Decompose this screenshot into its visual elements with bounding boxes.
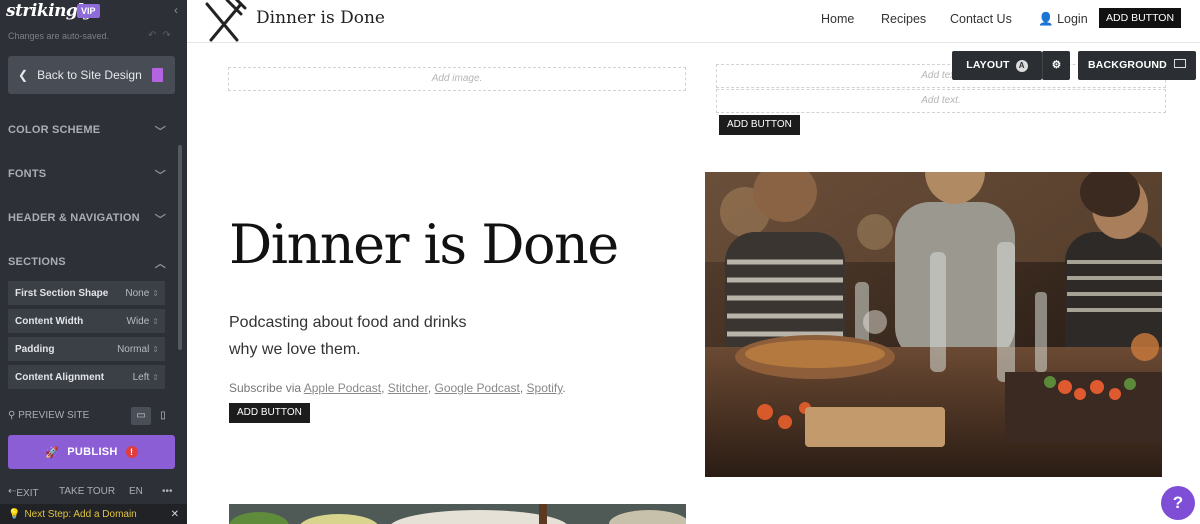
site-header: Dinner is Done Home Recipes Contact Us 👤… bbox=[187, 0, 1200, 43]
undo-redo: ↶↷ bbox=[148, 30, 177, 41]
mobile-view-icon[interactable]: ▯ bbox=[153, 407, 173, 425]
layout-button[interactable]: LAYOUT A bbox=[952, 51, 1042, 80]
option-label: Padding bbox=[15, 343, 55, 355]
fork-knife-logo-icon[interactable] bbox=[197, 0, 252, 44]
close-icon[interactable]: ✕ bbox=[171, 509, 179, 520]
section-fonts[interactable]: FONTS ﹀ bbox=[8, 168, 168, 182]
section-sections[interactable]: SECTIONS ︿ bbox=[8, 256, 168, 270]
vip-badge: VIP bbox=[77, 4, 100, 18]
background-label: BACKGROUND bbox=[1087, 59, 1167, 71]
help-button[interactable]: ? bbox=[1161, 486, 1195, 520]
chevron-down-icon: ﹀ bbox=[154, 214, 166, 226]
subscribe-text: Subscribe via Apple Podcast, Stitcher, G… bbox=[229, 381, 566, 395]
nav-contact-us[interactable]: Contact Us bbox=[950, 12, 1012, 26]
link-google-podcast[interactable]: Google Podcast bbox=[434, 381, 519, 395]
background-button[interactable]: BACKGROUND bbox=[1078, 51, 1196, 80]
chevron-up-icon: ︿ bbox=[154, 258, 166, 270]
option-label: Content Alignment bbox=[15, 371, 105, 383]
option-first-section-shape[interactable]: First Section Shape None bbox=[8, 281, 165, 307]
search-icon: ⚲ bbox=[8, 410, 16, 421]
exit-label: EXIT bbox=[16, 488, 39, 499]
option-value: Left bbox=[133, 372, 159, 383]
hero-title[interactable]: Dinner is Done bbox=[229, 213, 619, 276]
hero-photo[interactable] bbox=[705, 172, 1162, 477]
desktop-view-icon[interactable]: ▭ bbox=[131, 407, 151, 425]
rocket-icon: 🚀 bbox=[45, 446, 60, 459]
section-color-scheme[interactable]: COLOR SCHEME ﹀ bbox=[8, 124, 168, 138]
publish-label: PUBLISH bbox=[67, 446, 118, 458]
option-padding[interactable]: Padding Normal bbox=[8, 337, 165, 363]
option-value: Wide bbox=[127, 316, 160, 327]
back-to-site-design-button[interactable]: ❮ Back to Site Design bbox=[8, 56, 175, 94]
preview-site-link[interactable]: ⚲ PREVIEW SITE bbox=[8, 410, 89, 421]
option-value: Normal bbox=[117, 344, 159, 355]
next-step-banner[interactable]: 💡 Next Step: Add a Domain ✕ bbox=[0, 504, 187, 524]
redo-icon[interactable]: ↷ bbox=[162, 30, 176, 41]
section-label: COLOR SCHEME bbox=[8, 124, 101, 136]
sidebar-footer: ⇠ EXIT TAKE TOUR EN ••• bbox=[0, 484, 187, 502]
hero-description[interactable]: Podcasting about food and drinks why we … bbox=[229, 309, 467, 363]
hero-line-2: why we love them. bbox=[229, 341, 361, 358]
site-title[interactable]: Dinner is Done bbox=[256, 8, 385, 28]
section-label: FONTS bbox=[8, 168, 47, 180]
nav-recipes[interactable]: Recipes bbox=[881, 12, 926, 26]
option-label: Content Width bbox=[15, 315, 84, 327]
editor-sidebar: strikingly VIP ‹ Changes are auto-saved.… bbox=[0, 0, 187, 524]
app-root: strikingly VIP ‹ Changes are auto-saved.… bbox=[0, 0, 1200, 524]
hero-line-1: Podcasting about food and drinks bbox=[229, 314, 467, 331]
next-step-label: Next Step: Add a Domain bbox=[24, 508, 137, 520]
section-label: SECTIONS bbox=[8, 256, 66, 268]
take-tour-link[interactable]: TAKE TOUR bbox=[59, 486, 115, 497]
food-photo-image bbox=[229, 504, 686, 524]
image-icon bbox=[1174, 59, 1187, 68]
layout-label: LAYOUT bbox=[966, 59, 1010, 71]
add-text-placeholder[interactable]: Add text. bbox=[716, 89, 1166, 113]
chevron-down-icon: ﹀ bbox=[154, 126, 166, 138]
preview-label: PREVIEW SITE bbox=[18, 410, 90, 421]
publish-button[interactable]: 🚀 PUBLISH ! bbox=[8, 435, 175, 469]
option-content-alignment[interactable]: Content Alignment Left bbox=[8, 365, 165, 391]
nav-login[interactable]: 👤 Login bbox=[1038, 12, 1088, 27]
link-apple-podcast[interactable]: Apple Podcast bbox=[304, 381, 381, 395]
section-label: HEADER & NAVIGATION bbox=[8, 212, 140, 224]
more-menu-icon[interactable]: ••• bbox=[162, 486, 173, 497]
link-spotify[interactable]: Spotify bbox=[527, 381, 563, 395]
chevron-down-icon: ﹀ bbox=[154, 170, 166, 182]
chevron-left-icon: ❮ bbox=[18, 68, 29, 82]
user-icon: 👤 bbox=[1038, 12, 1054, 26]
collapse-sidebar-icon[interactable]: ‹ bbox=[174, 3, 178, 17]
sidebar-scrollbar[interactable] bbox=[178, 145, 182, 350]
option-label: First Section Shape bbox=[15, 287, 109, 299]
nav-add-button[interactable]: ADD BUTTON bbox=[1099, 8, 1182, 28]
second-section-photo[interactable] bbox=[229, 504, 686, 524]
exit-link[interactable]: ⇠ EXIT bbox=[8, 486, 39, 499]
link-stitcher[interactable]: Stitcher bbox=[388, 381, 428, 395]
add-image-placeholder[interactable]: Add image. bbox=[228, 67, 686, 91]
add-button[interactable]: ADD BUTTON bbox=[719, 115, 800, 135]
gear-icon[interactable]: ⚙ bbox=[1042, 51, 1070, 80]
option-content-width[interactable]: Content Width Wide bbox=[8, 309, 165, 335]
undo-icon[interactable]: ↶ bbox=[148, 30, 162, 41]
lightbulb-icon: 💡 bbox=[8, 508, 21, 520]
subscribe-prefix: Subscribe via bbox=[229, 381, 304, 395]
dinner-photo-image bbox=[705, 172, 1162, 477]
language-selector[interactable]: EN bbox=[129, 486, 143, 497]
page-icon bbox=[152, 68, 163, 82]
back-button-label: Back to Site Design bbox=[37, 68, 142, 82]
nav-home[interactable]: Home bbox=[821, 12, 854, 26]
section-header-navigation[interactable]: HEADER & NAVIGATION ﹀ bbox=[8, 212, 168, 226]
layout-badge-icon: A bbox=[1015, 60, 1028, 72]
alert-icon: ! bbox=[125, 446, 138, 458]
autosave-status: Changes are auto-saved. bbox=[8, 31, 110, 41]
nav-login-label: Login bbox=[1057, 12, 1088, 26]
option-value: None bbox=[125, 288, 159, 299]
hero-add-button[interactable]: ADD BUTTON bbox=[229, 403, 310, 423]
